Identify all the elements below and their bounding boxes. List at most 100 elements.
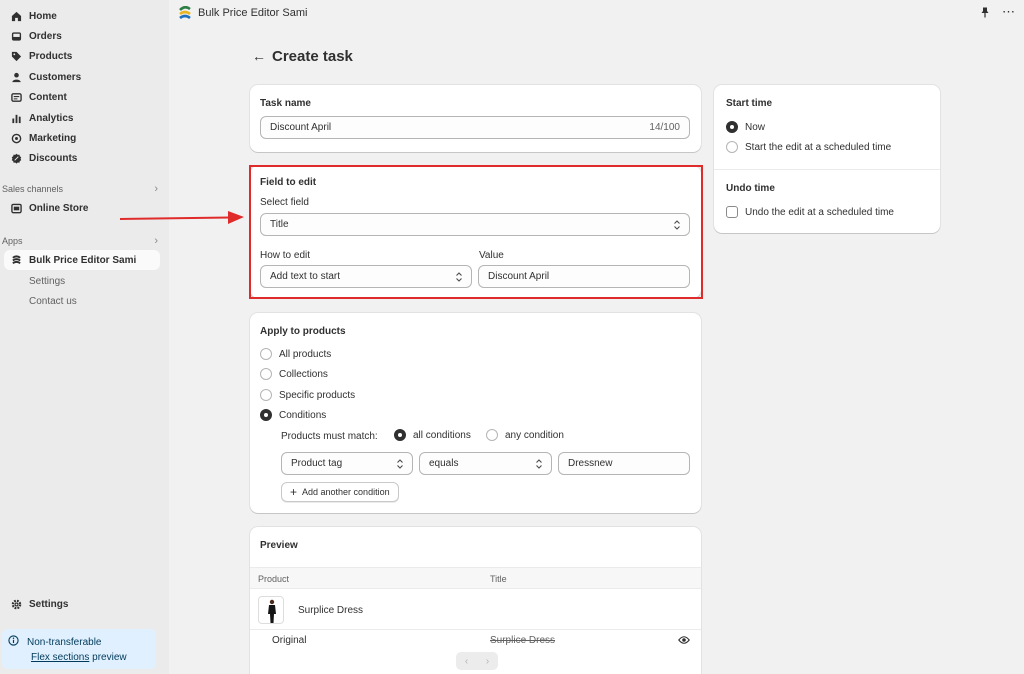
checkbox-box [726, 206, 738, 218]
undo-time-title: Undo time [726, 183, 775, 194]
nav-orders[interactable]: Orders [4, 26, 160, 46]
col-product-header: Product [258, 574, 290, 584]
sales-channels-header[interactable]: Sales channels › [2, 183, 158, 195]
radio-dot-selected [726, 121, 738, 133]
select-arrows-icon [397, 459, 403, 469]
radio-dot-selected [394, 429, 406, 441]
nav-customers[interactable]: Customers [4, 67, 160, 87]
home-icon [10, 10, 22, 22]
product-name[interactable]: Surplice Dress [298, 605, 363, 616]
apps-label: Apps [2, 236, 23, 246]
apply-title: Apply to products [260, 326, 346, 337]
radio-collections-label: Collections [279, 368, 328, 380]
pagination: ‹ › [456, 652, 498, 670]
nav-settings[interactable]: Settings [4, 594, 160, 614]
plus-icon: + [290, 485, 298, 499]
task-name-value: Discount April [270, 122, 332, 133]
content-icon [10, 91, 22, 103]
start-time-title: Start time [726, 98, 773, 109]
sidebar: Home Orders Products Customers Content A… [0, 0, 169, 674]
nav-analytics[interactable]: Analytics [4, 108, 160, 128]
radio-start-now[interactable]: Now [726, 121, 765, 133]
task-name-card: Task name Discount April 14/100 [250, 85, 701, 152]
nav-content[interactable]: Content [4, 87, 160, 107]
nav-customers-label: Customers [29, 71, 82, 83]
highlight-box [249, 165, 703, 299]
more-icon[interactable]: ⋯ [1002, 4, 1016, 20]
app-topbar: Bulk Price Editor Sami ⋯ [169, 0, 1024, 28]
flex-sections-link[interactable]: Flex sections [31, 652, 89, 663]
condition-operator-dropdown[interactable]: equals [419, 452, 552, 475]
nav-app-contact[interactable]: Contact us [29, 296, 77, 307]
nav-discounts-label: Discounts [29, 152, 78, 164]
task-name-input[interactable]: Discount April 14/100 [260, 116, 690, 139]
select-arrows-icon [536, 459, 542, 469]
chevron-right-icon: › [154, 235, 158, 247]
nav-marketing-label: Marketing [29, 132, 77, 144]
nav-online-store-label: Online Store [29, 202, 89, 214]
radio-dot [486, 429, 498, 441]
radio-specific-products[interactable]: Specific products [260, 389, 355, 401]
nav-settings-label: Settings [29, 598, 69, 610]
next-page-button[interactable]: › [477, 652, 498, 670]
all-conditions-label: all conditions [413, 429, 471, 441]
prev-page-button[interactable]: ‹ [456, 652, 477, 670]
nav-app-settings[interactable]: Settings [29, 276, 65, 287]
apply-to-products-card: Apply to products All products Collectio… [250, 313, 701, 513]
radio-dot [260, 368, 272, 380]
preview-title: Preview [260, 540, 298, 551]
condition-value-text: Dressnew [568, 458, 613, 469]
add-condition-button[interactable]: + Add another condition [281, 482, 399, 502]
store-icon [10, 202, 22, 214]
radio-all-products[interactable]: All products [260, 348, 331, 360]
eye-icon[interactable] [678, 635, 690, 648]
undo-scheduled-checkbox[interactable]: Undo the edit at a scheduled time [726, 206, 894, 218]
start-scheduled-label: Start the edit at a scheduled time [745, 141, 892, 153]
col-title-header: Title [490, 574, 507, 584]
app-title: Bulk Price Editor Sami [198, 7, 308, 19]
nav-home[interactable]: Home [4, 6, 160, 26]
radio-conditions-label: Conditions [279, 409, 327, 421]
info-icon [8, 635, 19, 649]
app-logo-icon [179, 6, 191, 20]
page-title: Create task [272, 48, 353, 65]
red-arrow-annotation [120, 211, 244, 224]
app-logo-icon [10, 254, 22, 266]
inbox-icon [10, 30, 22, 42]
radio-dot [726, 141, 738, 153]
radio-specific-label: Specific products [279, 389, 356, 401]
start-now-label: Now [745, 121, 766, 133]
radio-conditions[interactable]: Conditions [260, 409, 326, 421]
nav-products[interactable]: Products [4, 46, 160, 66]
radio-dot-selected [260, 409, 272, 421]
card-divider [714, 169, 940, 170]
product-thumbnail [258, 596, 284, 624]
radio-start-scheduled[interactable]: Start the edit at a scheduled time [726, 141, 891, 153]
any-condition-label: any condition [505, 429, 564, 441]
radio-all-conditions[interactable]: all conditions [394, 429, 471, 441]
condition-value-input[interactable]: Dressnew [558, 452, 690, 475]
nav-content-label: Content [29, 91, 67, 103]
condition-field-dropdown[interactable]: Product tag [281, 452, 413, 475]
undo-scheduled-label: Undo the edit at a scheduled time [745, 206, 894, 218]
target-icon [10, 132, 22, 144]
nav-discounts[interactable]: Discounts [4, 148, 160, 168]
pin-icon[interactable] [980, 7, 990, 21]
radio-all-products-label: All products [279, 348, 332, 360]
radio-collections[interactable]: Collections [260, 368, 328, 380]
timing-card: Start time Now Start the edit at a sched… [714, 85, 940, 233]
add-condition-label: Add another condition [302, 487, 390, 497]
bar-chart-icon [10, 112, 22, 124]
radio-dot [260, 389, 272, 401]
radio-dot [260, 348, 272, 360]
preview-table-header: Product Title [250, 567, 701, 589]
nav-products-label: Products [29, 50, 73, 62]
original-label: Original [272, 635, 307, 646]
apps-header[interactable]: Apps › [2, 235, 158, 247]
char-counter: 14/100 [649, 122, 680, 133]
nav-marketing[interactable]: Marketing [4, 128, 160, 148]
radio-any-condition[interactable]: any condition [486, 429, 564, 441]
back-arrow-icon[interactable]: ← [252, 48, 266, 64]
task-name-title: Task name [260, 98, 311, 109]
nav-app-bulk-price-editor[interactable]: Bulk Price Editor Sami [4, 250, 160, 270]
